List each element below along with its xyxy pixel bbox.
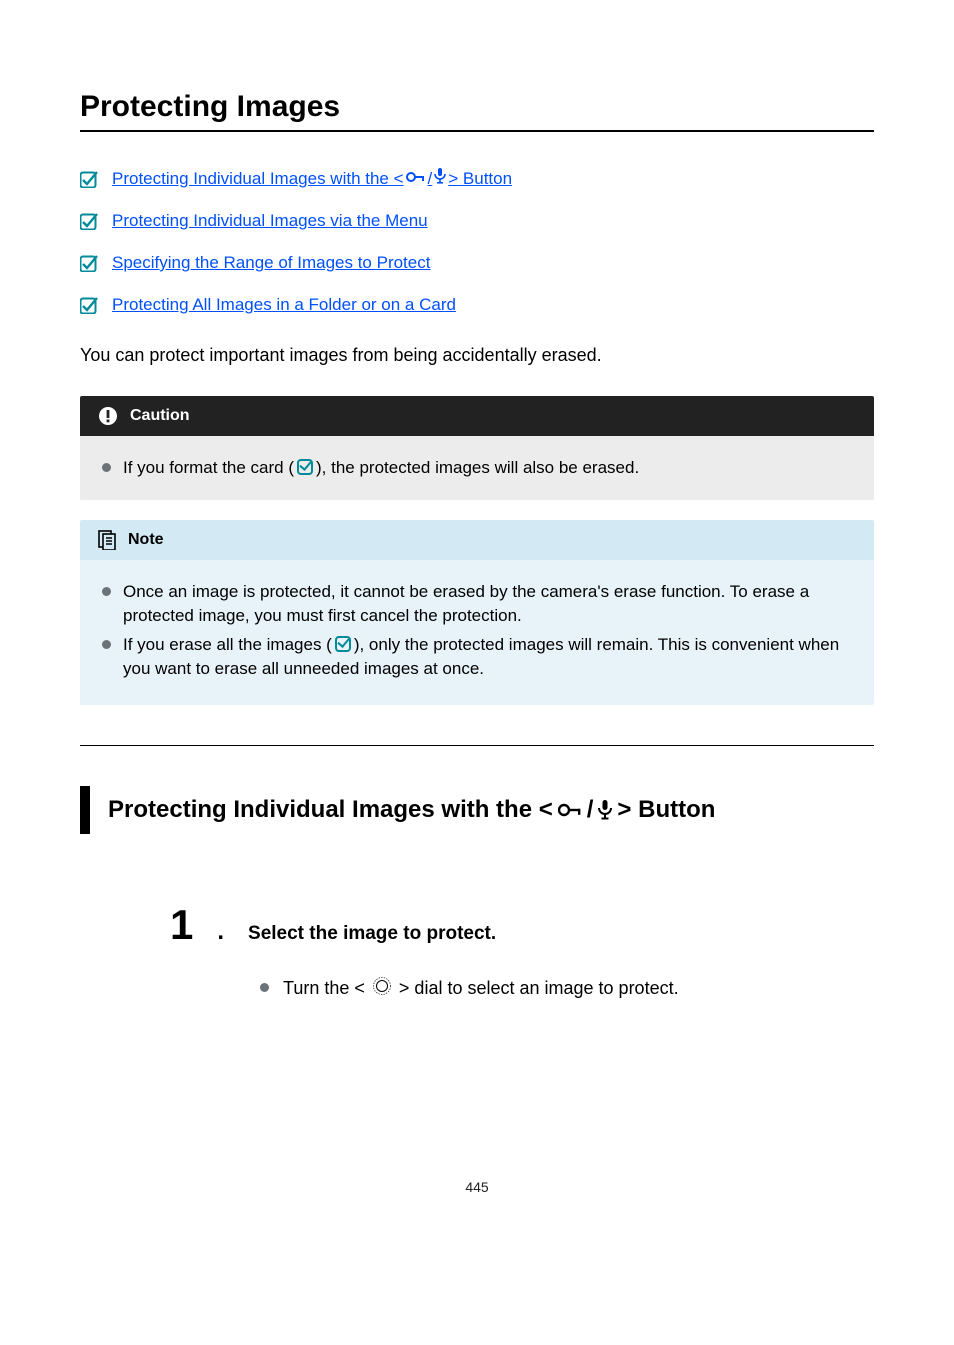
step-title: Select the image to protect. [248,923,496,945]
microphone-icon [598,800,612,820]
reference-icon [297,459,313,475]
alert-icon [98,406,118,426]
bullet-icon [102,463,111,472]
link-text: / [428,169,433,189]
bullet-icon [102,587,111,596]
note-item: Once an image is protected, it cannot be… [102,580,852,628]
title-rule [80,130,874,132]
inline-reference-link[interactable] [294,458,316,477]
reference-icon [335,636,351,652]
page-number: 445 [80,1179,874,1195]
key-icon [558,802,582,818]
toc-link-protect-menu[interactable]: Protecting Individual Images via the Men… [112,211,428,231]
toc-item: Protecting Individual Images via the Men… [80,211,874,231]
note-heading-text: Note [128,531,164,549]
substep-text: Turn the < [283,978,365,998]
note-body: Once an image is protected, it cannot be… [80,560,874,705]
key-icon [406,170,426,184]
toc: Protecting Individual Images with the < … [80,168,874,315]
check-icon [80,296,98,314]
toc-link-protect-all[interactable]: Protecting All Images in a Folder or on … [112,295,456,315]
caution-text: If you format the card ( [123,458,294,477]
inline-reference-link[interactable] [332,635,354,654]
h2-text: Protecting Individual Images with the < [108,796,553,824]
toc-link-protect-button[interactable]: Protecting Individual Images with the < … [112,168,512,189]
h2-text: > Button [617,796,715,824]
check-icon [80,212,98,230]
h2-text: / [587,796,594,824]
step-number: 1 [170,904,193,946]
page-title: Protecting Images [80,90,874,124]
note-item: If you erase all the images (), only the… [102,633,852,681]
caution-text: ), the protected images will also be era… [316,458,639,477]
dial-icon [372,976,392,996]
microphone-icon [434,168,446,184]
step-dot: . [217,918,224,946]
bullet-icon [260,983,269,992]
caution-item: If you format the card ( ), the protected… [102,456,852,480]
toc-item: Protecting Individual Images with the < … [80,168,874,189]
caution-callout: Caution If you format the card ( ), the p… [80,396,874,500]
note-icon [98,530,116,550]
note-header: Note [80,520,874,560]
note-text: Once an image is protected, it cannot be… [123,580,852,628]
bullet-icon [102,640,111,649]
toc-link-protect-range[interactable]: Specifying the Range of Images to Protec… [112,253,430,273]
substep-text: > dial to select an image to protect. [399,978,679,998]
toc-item: Protecting All Images in a Folder or on … [80,295,874,315]
note-text: If you erase all the images ( [123,635,332,654]
note-callout: Note Once an image is protected, it cann… [80,520,874,705]
caution-body: If you format the card ( ), the protected… [80,436,874,500]
link-text: > Button [448,169,512,189]
intro-text: You can protect important images from be… [80,345,874,366]
caution-heading-text: Caution [130,407,190,425]
step-1: 1. Select the image to protect. [170,904,874,946]
section-rule [80,745,874,746]
check-icon [80,254,98,272]
link-text: Protecting Individual Images with the < [112,169,404,189]
substep: Turn the < > dial to select an image to … [260,976,874,999]
section-heading: Protecting Individual Images with the < … [80,786,874,834]
toc-item: Specifying the Range of Images to Protec… [80,253,874,273]
caution-header: Caution [80,396,874,436]
check-icon [80,170,98,188]
